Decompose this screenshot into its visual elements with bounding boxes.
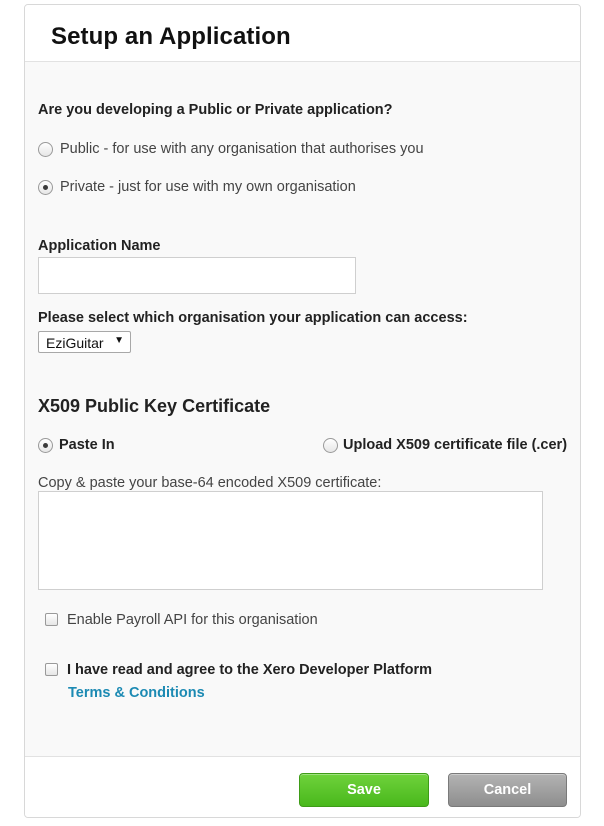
paste-instructions: Copy & paste your base-64 encoded X509 c… <box>38 475 382 491</box>
paste-in-radio[interactable] <box>38 438 53 453</box>
cancel-button[interactable]: Cancel <box>448 773 567 807</box>
terms-conditions-link[interactable]: Terms & Conditions <box>68 685 205 701</box>
dialog-header: Setup an Application <box>25 5 580 62</box>
setup-application-dialog: Setup an Application Are you developing … <box>24 4 581 818</box>
upload-cert-radio[interactable] <box>323 438 338 453</box>
paste-in-label[interactable]: Paste In <box>59 437 115 453</box>
private-option-label[interactable]: Private - just for use with my own organ… <box>60 179 356 195</box>
organisation-label: Please select which organisation your ap… <box>38 310 468 326</box>
certificate-textarea[interactable] <box>38 491 543 590</box>
dialog-title: Setup an Application <box>51 23 291 50</box>
app-name-input[interactable] <box>38 257 356 294</box>
upload-cert-label[interactable]: Upload X509 certificate file (.cer) <box>343 437 567 453</box>
public-option-label[interactable]: Public - for use with any organisation t… <box>60 141 424 157</box>
terms-checkbox[interactable] <box>45 663 58 676</box>
organisation-selected-value: EziGuitar <box>46 335 104 351</box>
public-radio[interactable] <box>38 142 53 157</box>
certificate-section-title: X509 Public Key Certificate <box>38 396 271 416</box>
app-name-label: Application Name <box>38 238 161 254</box>
terms-label[interactable]: I have read and agree to the Xero Develo… <box>67 662 432 678</box>
private-radio[interactable] <box>38 180 53 195</box>
dialog-footer: Save Cancel <box>25 756 580 817</box>
save-button[interactable]: Save <box>299 773 429 807</box>
app-type-question: Are you developing a Public or Private a… <box>38 102 393 118</box>
organisation-select[interactable]: EziGuitar ▼ <box>38 331 131 353</box>
chevron-down-icon: ▼ <box>114 335 124 346</box>
payroll-label[interactable]: Enable Payroll API for this organisation <box>67 612 318 628</box>
payroll-checkbox[interactable] <box>45 613 58 626</box>
